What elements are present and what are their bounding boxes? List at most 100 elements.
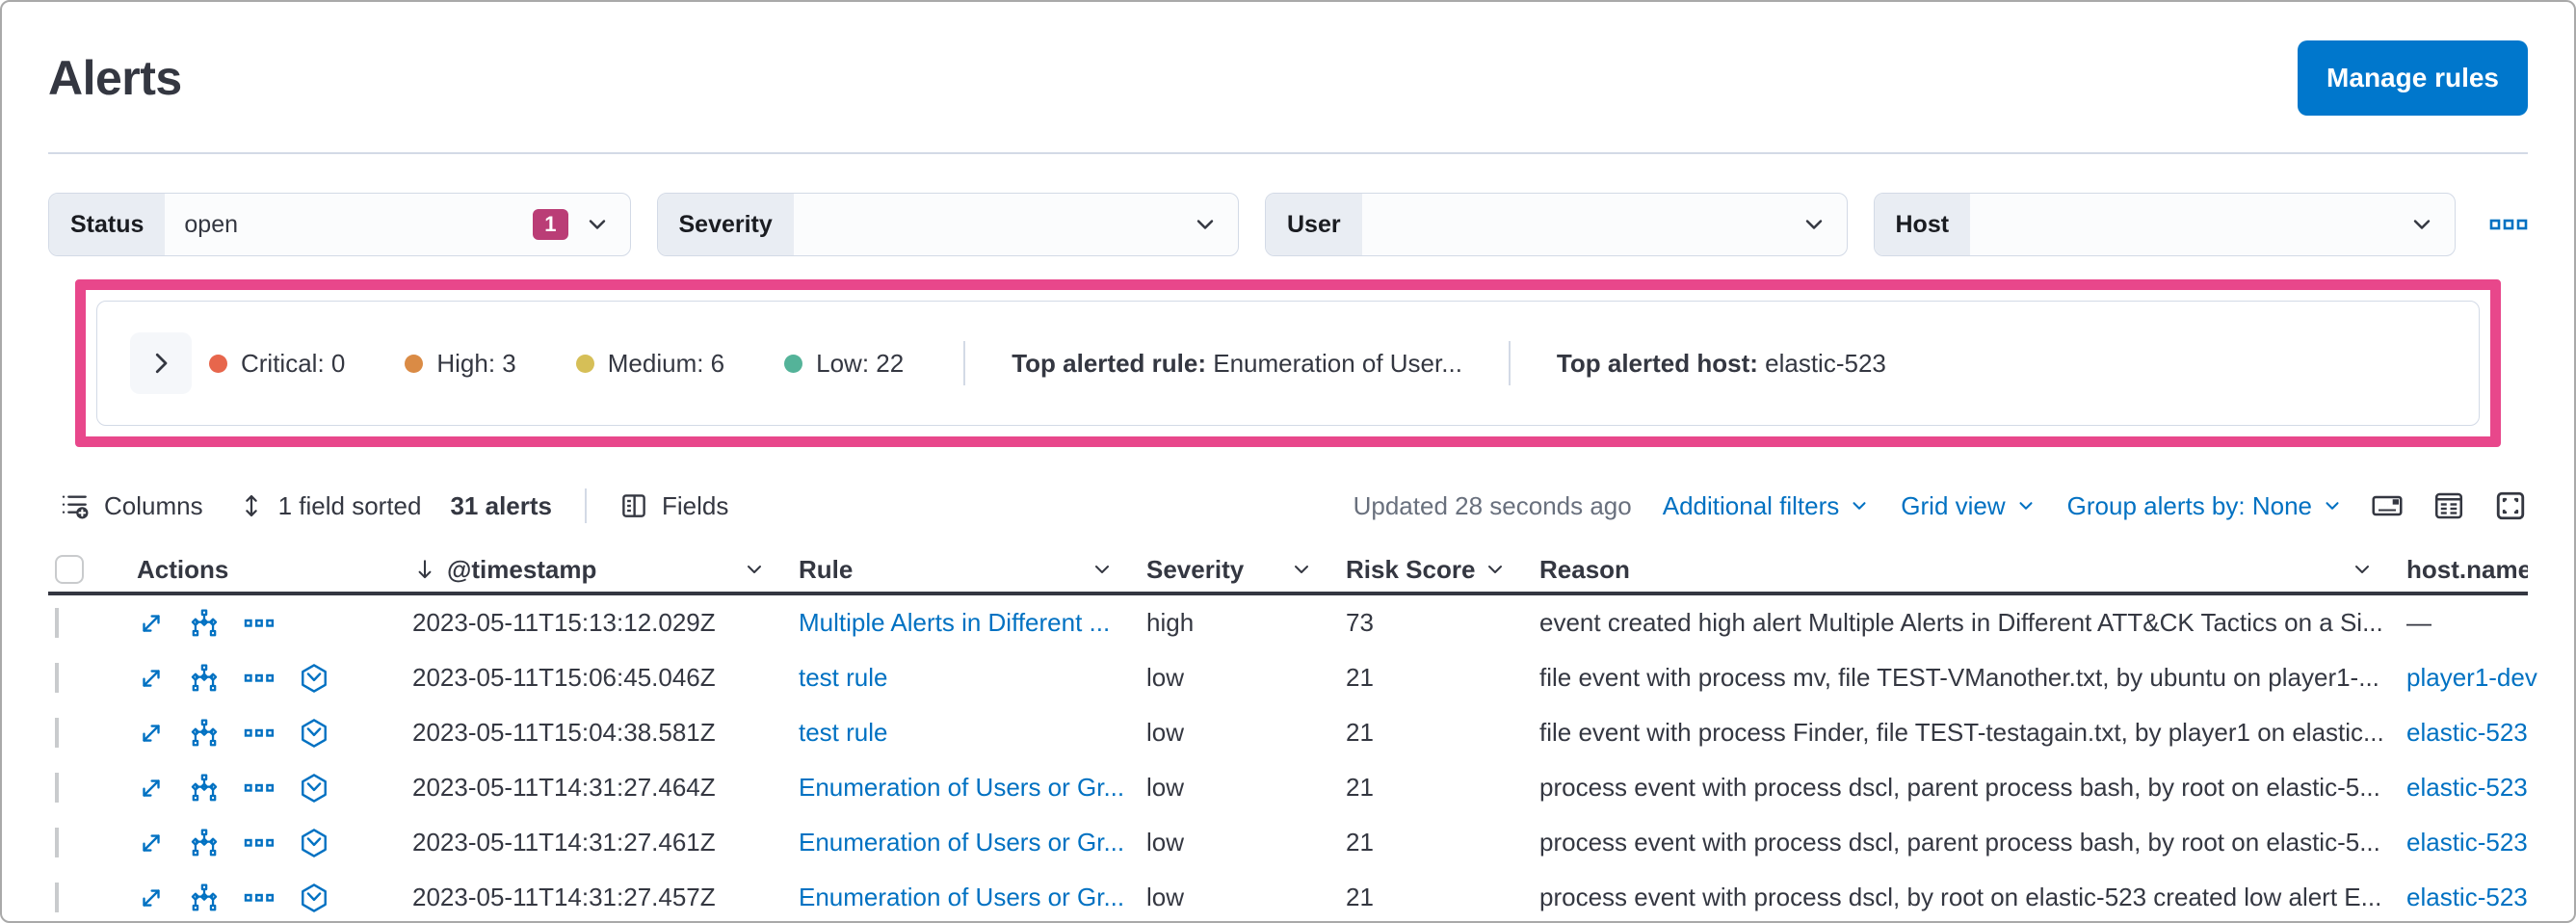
more-actions-icon[interactable] bbox=[243, 611, 276, 636]
analyze-event-icon[interactable] bbox=[189, 718, 220, 749]
row-checkbox[interactable] bbox=[55, 608, 59, 638]
header-actions: Actions bbox=[137, 555, 412, 585]
table-header-row: Actions @timestamp Rule bbox=[48, 547, 2528, 595]
header-risk-score[interactable]: Risk Score bbox=[1346, 555, 1539, 585]
alerts-table: Actions @timestamp Rule bbox=[48, 547, 2528, 923]
cell-rule-link[interactable]: Enumeration of Users or Gr... bbox=[799, 773, 1124, 802]
expand-alert-icon[interactable] bbox=[137, 664, 166, 693]
toolbar-divider bbox=[585, 488, 587, 523]
analyze-event-icon[interactable] bbox=[189, 663, 220, 694]
header-rule[interactable]: Rule bbox=[799, 555, 1146, 585]
filter-group[interactable]: User bbox=[1265, 193, 1848, 256]
more-actions-icon[interactable] bbox=[243, 831, 276, 856]
column-menu-icon[interactable] bbox=[1091, 558, 1114, 581]
more-actions-icon[interactable] bbox=[243, 885, 276, 910]
analyze-event-icon[interactable] bbox=[189, 828, 220, 858]
analyze-event-icon[interactable] bbox=[189, 883, 220, 913]
expand-summary-button[interactable] bbox=[130, 332, 192, 394]
display-density-icon[interactable] bbox=[2431, 488, 2466, 523]
cell-reason: event created high alert Multiple Alerts… bbox=[1539, 608, 2406, 638]
sorted-fields-button[interactable]: 1 field sorted bbox=[238, 491, 422, 521]
row-checkbox[interactable] bbox=[55, 883, 59, 912]
more-filters-icon[interactable] bbox=[2489, 210, 2528, 239]
more-actions-icon[interactable] bbox=[243, 776, 276, 801]
manage-rules-button[interactable]: Manage rules bbox=[2298, 40, 2528, 116]
row-checkbox[interactable] bbox=[55, 773, 59, 803]
header-severity[interactable]: Severity bbox=[1146, 555, 1346, 585]
cell-host-name[interactable]: elastic-523 bbox=[2406, 828, 2528, 857]
column-menu-icon[interactable] bbox=[2351, 558, 2374, 581]
filter-label: Severity bbox=[658, 194, 794, 255]
group-alerts-by-label: Group alerts by: None bbox=[2067, 491, 2312, 521]
chevron-right-icon bbox=[146, 349, 175, 378]
cell-host-name[interactable]: elastic-523 bbox=[2406, 773, 2528, 802]
cell-timestamp: 2023-05-11T14:31:27.464Z bbox=[412, 773, 799, 803]
session-viewer-icon[interactable] bbox=[299, 828, 329, 858]
table-row: 2023-05-11T14:31:27.464Z Enumeration of … bbox=[48, 760, 2528, 815]
severity-count-item: Critical: 0 bbox=[209, 349, 345, 379]
cell-rule-link[interactable]: test rule bbox=[799, 663, 888, 692]
fullscreen-icon[interactable] bbox=[2493, 488, 2528, 523]
cell-host-name[interactable]: elastic-523 bbox=[2406, 883, 2528, 911]
row-checkbox[interactable] bbox=[55, 828, 59, 857]
page-header: Alerts Manage rules bbox=[48, 40, 2528, 116]
top-alerted-rule: Top alerted rule: Enumeration of User... bbox=[1012, 349, 1462, 379]
expand-alert-icon[interactable] bbox=[137, 774, 166, 803]
cell-host-name[interactable]: elastic-523 bbox=[2406, 718, 2528, 747]
top-rule-value: Enumeration of User... bbox=[1213, 349, 1462, 378]
table-row: 2023-05-11T15:04:38.581Z test rule low 2… bbox=[48, 705, 2528, 760]
expand-alert-icon[interactable] bbox=[137, 719, 166, 748]
session-viewer-icon[interactable] bbox=[299, 773, 329, 804]
expand-alert-icon[interactable] bbox=[137, 609, 166, 638]
cell-severity: high bbox=[1146, 608, 1346, 638]
row-actions bbox=[137, 773, 412, 804]
session-viewer-icon[interactable] bbox=[299, 663, 329, 694]
column-menu-icon[interactable] bbox=[743, 558, 766, 581]
expand-alert-icon[interactable] bbox=[137, 829, 166, 857]
session-viewer-icon[interactable] bbox=[299, 883, 329, 913]
filter-group[interactable]: Host bbox=[1874, 193, 2457, 256]
filter-group[interactable]: Status open 1 bbox=[48, 193, 631, 256]
column-menu-icon[interactable] bbox=[1484, 558, 1507, 581]
cell-rule-link[interactable]: Enumeration of Users or Gr... bbox=[799, 883, 1124, 911]
columns-button[interactable]: Columns bbox=[60, 490, 203, 521]
cell-rule-link[interactable]: Enumeration of Users or Gr... bbox=[799, 828, 1124, 857]
header-reason[interactable]: Reason bbox=[1539, 555, 2406, 585]
summary-divider bbox=[1509, 341, 1511, 385]
more-actions-icon[interactable] bbox=[243, 666, 276, 691]
session-viewer-icon[interactable] bbox=[299, 718, 329, 749]
header-host-name[interactable]: host.name bbox=[2406, 555, 2528, 585]
column-menu-icon[interactable] bbox=[1290, 558, 1313, 581]
keyboard-shortcuts-icon[interactable] bbox=[2370, 488, 2405, 523]
row-checkbox[interactable] bbox=[55, 663, 59, 693]
row-checkbox[interactable] bbox=[55, 718, 59, 748]
cell-timestamp: 2023-05-11T15:04:38.581Z bbox=[412, 718, 799, 748]
chevron-down-icon bbox=[1192, 211, 1219, 238]
grid-view-dropdown[interactable]: Grid view bbox=[1901, 491, 2036, 521]
more-actions-icon[interactable] bbox=[243, 721, 276, 746]
header-timestamp[interactable]: @timestamp bbox=[412, 555, 799, 585]
select-all-checkbox[interactable] bbox=[55, 555, 84, 584]
filter-group[interactable]: Severity bbox=[657, 193, 1240, 256]
cell-host-name[interactable]: player1-dev bbox=[2406, 663, 2537, 692]
row-actions bbox=[137, 718, 412, 749]
additional-filters-dropdown[interactable]: Additional filters bbox=[1663, 491, 1871, 521]
table-row: 2023-05-11T15:13:12.029Z Multiple Alerts… bbox=[48, 595, 2528, 650]
cell-reason: process event with process dscl, by root… bbox=[1539, 883, 2406, 912]
fields-icon bbox=[619, 491, 648, 520]
cell-rule-link[interactable]: test rule bbox=[799, 718, 888, 747]
alert-count: 31 alerts bbox=[450, 491, 552, 521]
cell-risk-score: 21 bbox=[1346, 663, 1539, 693]
filter-label: Status bbox=[49, 194, 165, 255]
severity-dot-icon bbox=[576, 355, 594, 373]
sorted-fields-label: 1 field sorted bbox=[278, 491, 422, 521]
cell-rule-link[interactable]: Multiple Alerts in Different ... bbox=[799, 608, 1110, 637]
analyze-event-icon[interactable] bbox=[189, 773, 220, 804]
expand-alert-icon[interactable] bbox=[137, 883, 166, 912]
group-alerts-by-dropdown[interactable]: Group alerts by: None bbox=[2067, 491, 2343, 521]
fields-button[interactable]: Fields bbox=[619, 491, 728, 521]
filter-count-badge: 1 bbox=[533, 209, 567, 240]
analyze-event-icon[interactable] bbox=[189, 608, 220, 639]
filter-groups: Status open 1 Severity User bbox=[48, 193, 2456, 256]
cell-risk-score: 73 bbox=[1346, 608, 1539, 638]
